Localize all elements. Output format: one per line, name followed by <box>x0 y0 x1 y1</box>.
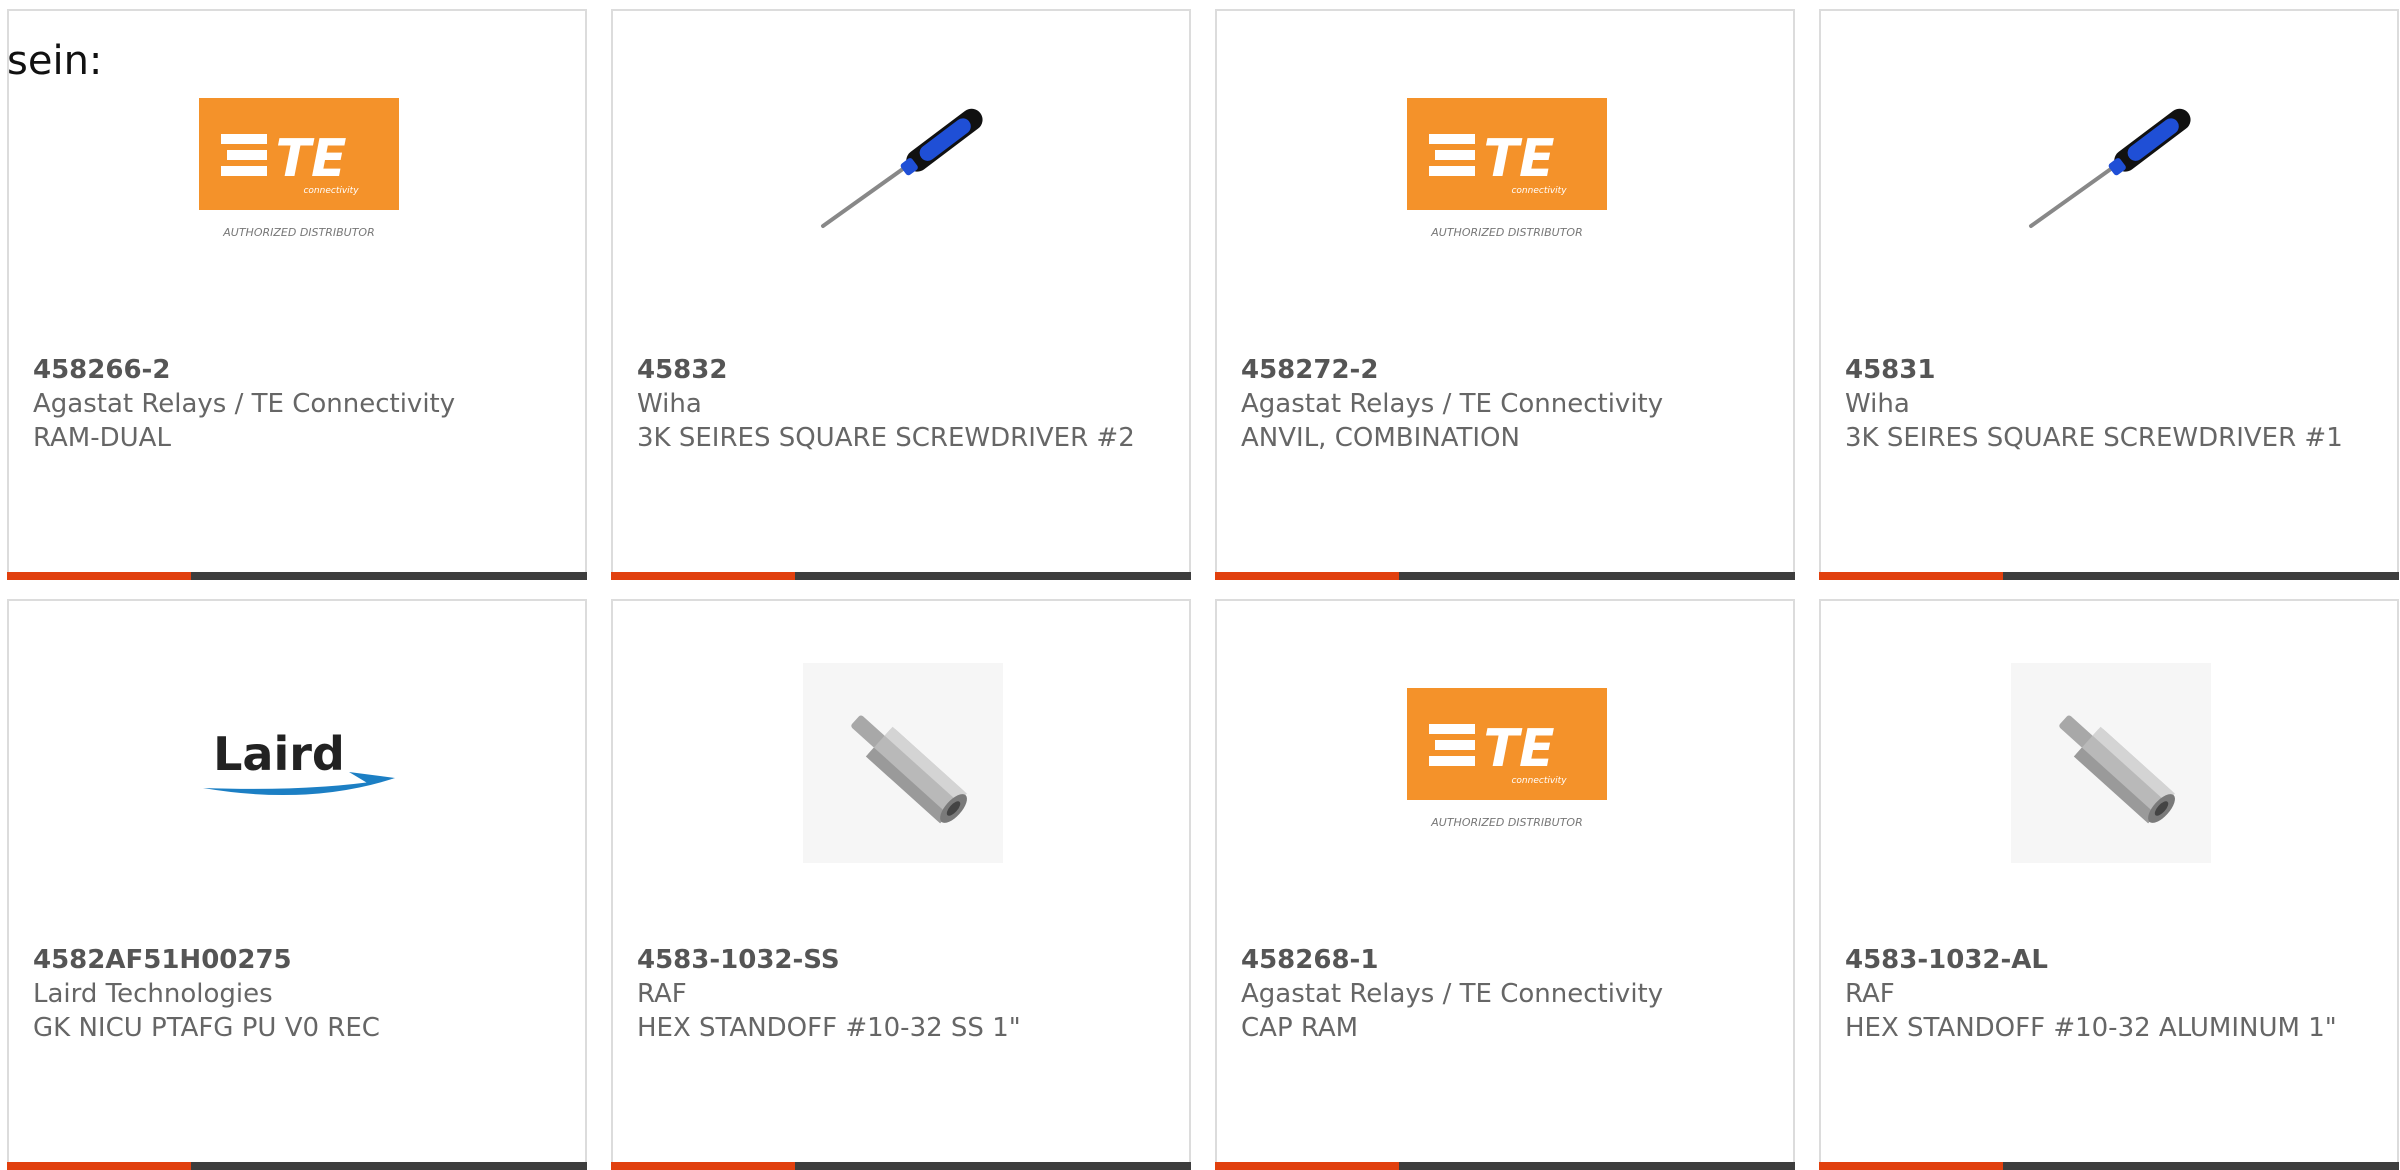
card-bottom-bar <box>611 1162 1191 1170</box>
product-card[interactable]: 45832 Wiha 3K SEIRES SQUARE SCREWDRIVER … <box>611 9 1191 580</box>
te-connectivity-logo[interactable]: TE connectivity AUTHORIZED DISTRIBUTOR <box>1407 73 1607 273</box>
manufacturer: Agastat Relays / TE Connectivity <box>1241 979 1664 1009</box>
logo-text: TE <box>1484 129 1555 189</box>
manufacturer: Wiha <box>637 389 702 419</box>
description: HEX STANDOFF #10-32 ALUMINUM 1" <box>1845 1013 2337 1043</box>
part-number[interactable]: 45831 <box>1845 353 2373 387</box>
logo-caption: AUTHORIZED DISTRIBUTOR <box>222 226 375 239</box>
part-number[interactable]: 458266-2 <box>33 353 561 387</box>
screwdriver-image[interactable] <box>803 73 1003 273</box>
part-number[interactable]: 45832 <box>637 353 1165 387</box>
card-accent-bar <box>1819 1162 2003 1170</box>
product-info: 458268-1 Agastat Relays / TE Connectivit… <box>1241 943 1769 1045</box>
part-number[interactable]: 458268-1 <box>1241 943 1769 977</box>
product-grid: TE connectivity AUTHORIZED DISTRIBUTOR 4… <box>7 9 2399 1170</box>
card-bottom-bar <box>1215 572 1795 580</box>
card-accent-bar <box>1215 1162 1399 1170</box>
description: CAP RAM <box>1241 1013 1359 1043</box>
logo-subtext: connectivity <box>1511 776 1567 786</box>
card-accent-bar <box>611 572 795 580</box>
description: HEX STANDOFF #10-32 SS 1" <box>637 1013 1021 1043</box>
screwdriver-image[interactable] <box>2011 73 2211 273</box>
logo-subtext: connectivity <box>303 186 359 196</box>
description: ANVIL, COMBINATION <box>1241 423 1520 453</box>
card-bottom-bar <box>1819 572 2399 580</box>
logo-caption: AUTHORIZED DISTRIBUTOR <box>1430 816 1583 829</box>
part-number[interactable]: 4583-1032-AL <box>1845 943 2373 977</box>
card-bottom-bar <box>1819 1162 2399 1170</box>
manufacturer: RAF <box>637 979 687 1009</box>
intro-text: sein: <box>7 38 103 84</box>
description: 3K SEIRES SQUARE SCREWDRIVER #2 <box>637 423 1135 453</box>
card-accent-bar <box>7 1162 191 1170</box>
manufacturer: RAF <box>1845 979 1895 1009</box>
logo-caption: AUTHORIZED DISTRIBUTOR <box>1430 226 1583 239</box>
product-info: 45832 Wiha 3K SEIRES SQUARE SCREWDRIVER … <box>637 353 1165 455</box>
logo-text: TE <box>276 129 347 189</box>
card-accent-bar <box>1819 572 2003 580</box>
product-card[interactable]: TE connectivity AUTHORIZED DISTRIBUTOR 4… <box>1215 599 1795 1170</box>
logo-text: TE <box>1484 719 1555 779</box>
card-bottom-bar <box>611 572 1191 580</box>
product-card[interactable]: 4583-1032-SS RAF HEX STANDOFF #10-32 SS … <box>611 599 1191 1170</box>
manufacturer: Laird Technologies <box>33 979 273 1009</box>
card-accent-bar <box>7 572 191 580</box>
product-card[interactable]: TE connectivity AUTHORIZED DISTRIBUTOR 4… <box>7 9 587 580</box>
product-card[interactable]: TE connectivity AUTHORIZED DISTRIBUTOR 4… <box>1215 9 1795 580</box>
product-info: 45831 Wiha 3K SEIRES SQUARE SCREWDRIVER … <box>1845 353 2373 455</box>
hex-standoff-image[interactable] <box>2011 663 2211 863</box>
hex-standoff-image[interactable] <box>803 663 1003 863</box>
description: 3K SEIRES SQUARE SCREWDRIVER #1 <box>1845 423 2343 453</box>
te-connectivity-logo[interactable]: TE connectivity AUTHORIZED DISTRIBUTOR <box>199 73 399 273</box>
product-info: 458266-2 Agastat Relays / TE Connectivit… <box>33 353 561 455</box>
card-bottom-bar <box>7 1162 587 1170</box>
logo-subtext: connectivity <box>1511 186 1567 196</box>
product-info: 4583-1032-SS RAF HEX STANDOFF #10-32 SS … <box>637 943 1165 1045</box>
product-card[interactable]: Laird 4582AF51H00275 Laird Technologies … <box>7 599 587 1170</box>
product-card[interactable]: 45831 Wiha 3K SEIRES SQUARE SCREWDRIVER … <box>1819 9 2399 580</box>
part-number[interactable]: 4582AF51H00275 <box>33 943 561 977</box>
logo-text: Laird <box>213 727 345 781</box>
part-number[interactable]: 4583-1032-SS <box>637 943 1165 977</box>
description: RAM-DUAL <box>33 423 171 453</box>
te-connectivity-logo[interactable]: TE connectivity AUTHORIZED DISTRIBUTOR <box>1407 663 1607 863</box>
product-info: 4582AF51H00275 Laird Technologies GK NIC… <box>33 943 561 1045</box>
manufacturer: Wiha <box>1845 389 1910 419</box>
laird-logo[interactable]: Laird <box>199 663 399 863</box>
product-info: 458272-2 Agastat Relays / TE Connectivit… <box>1241 353 1769 455</box>
card-accent-bar <box>1215 572 1399 580</box>
card-bottom-bar <box>1215 1162 1795 1170</box>
product-info: 4583-1032-AL RAF HEX STANDOFF #10-32 ALU… <box>1845 943 2373 1045</box>
product-card[interactable]: 4583-1032-AL RAF HEX STANDOFF #10-32 ALU… <box>1819 599 2399 1170</box>
manufacturer: Agastat Relays / TE Connectivity <box>33 389 456 419</box>
part-number[interactable]: 458272-2 <box>1241 353 1769 387</box>
manufacturer: Agastat Relays / TE Connectivity <box>1241 389 1664 419</box>
card-accent-bar <box>611 1162 795 1170</box>
card-bottom-bar <box>7 572 587 580</box>
description: GK NICU PTAFG PU V0 REC <box>33 1013 380 1043</box>
